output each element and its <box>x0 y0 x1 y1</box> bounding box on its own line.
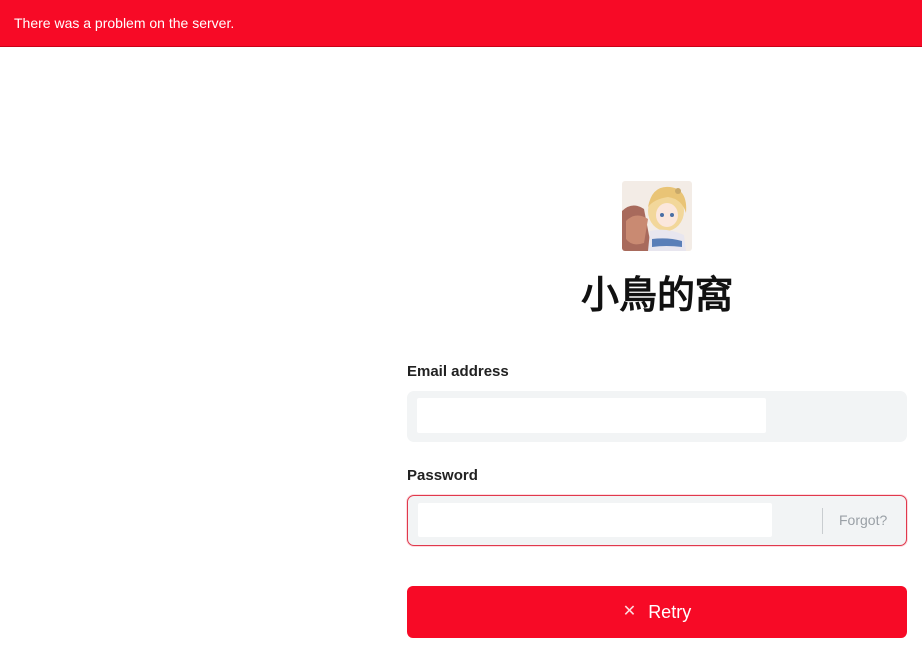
forgot-password-link[interactable]: Forgot? <box>839 512 887 528</box>
email-field[interactable] <box>417 398 766 433</box>
password-field-container: Forgot? <box>407 495 907 546</box>
forgot-divider <box>822 508 823 534</box>
error-banner: There was a problem on the server. <box>0 0 922 47</box>
retry-label: Retry <box>648 601 692 622</box>
site-title: 小鳥的窩 <box>580 273 733 317</box>
password-field[interactable] <box>418 503 772 537</box>
email-field-container <box>407 391 907 442</box>
password-label: Password <box>407 467 478 484</box>
site-logo <box>622 181 692 251</box>
close-icon: ✕ <box>622 603 637 620</box>
email-label: Email address <box>407 363 509 380</box>
error-message: There was a problem on the server. <box>14 15 235 31</box>
avatar-logo-icon <box>622 181 692 251</box>
retry-button[interactable]: ✕ Retry <box>407 586 907 638</box>
